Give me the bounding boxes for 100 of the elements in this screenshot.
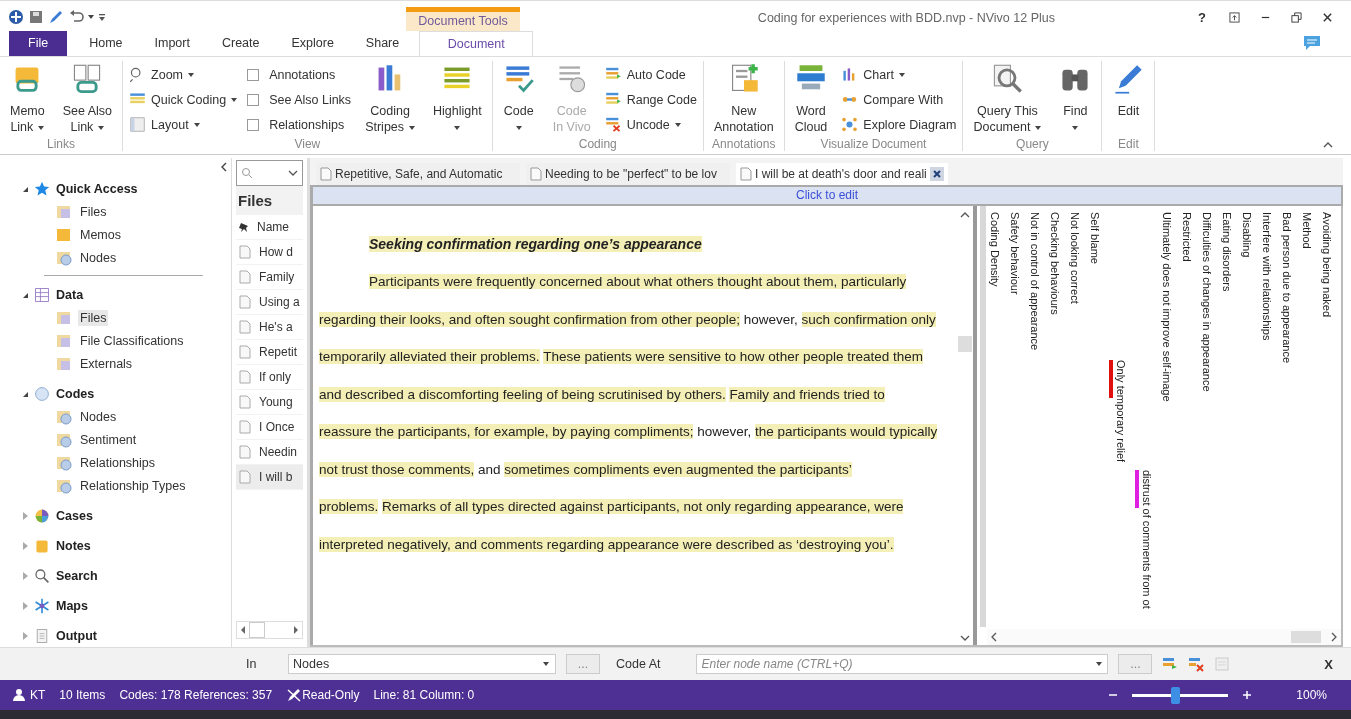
stripe-label[interactable]: Difficulties of changes in appearance — [1201, 212, 1213, 392]
section-label[interactable]: Cases — [56, 509, 93, 523]
ribbon-button[interactable]: Quick Coding — [129, 89, 238, 110]
section-label[interactable]: Output — [56, 629, 97, 643]
close-button[interactable]: X — [1324, 656, 1333, 672]
expand-arrow-icon[interactable] — [23, 391, 28, 397]
nav-item[interactable]: Sentiment — [78, 431, 139, 448]
ribbon-tab[interactable]: Import — [138, 31, 206, 56]
node-field[interactable]: Enter node name (CTRL+Q) — [696, 654, 1109, 674]
ribbon-button[interactable]: Find — [1055, 61, 1096, 135]
dropdown[interactable]: Nodes — [288, 654, 556, 674]
section-label[interactable]: Notes — [56, 539, 91, 553]
ribbon-tab[interactable]: Share — [349, 31, 416, 56]
undo-icon[interactable] — [68, 9, 84, 25]
stripe-label[interactable]: Only temporary relief — [1115, 360, 1127, 463]
close-icon[interactable] — [930, 167, 944, 181]
nav-item[interactable]: Files — [78, 309, 109, 326]
help-button[interactable]: ? — [1195, 10, 1209, 25]
ribbon-button[interactable]: Compare With — [841, 89, 957, 110]
zoom-slider[interactable] — [1132, 686, 1229, 704]
section-label[interactable]: Data — [56, 288, 84, 302]
stripe-label[interactable]: Ultimately does not improve self-image — [1161, 212, 1173, 402]
ribbon-tab[interactable]: Create — [205, 31, 276, 56]
nav-item[interactable]: Relationships — [78, 454, 158, 471]
scrollbar[interactable] — [236, 621, 303, 639]
pin-icon[interactable] — [239, 221, 251, 233]
scroll-up-icon[interactable] — [960, 212, 970, 218]
ribbon-button[interactable]: Auto Code — [604, 64, 697, 85]
ribbon-button[interactable]: Range Code — [604, 89, 697, 110]
stripe-label[interactable]: Safety behaviour — [1009, 212, 1021, 295]
stripe-label[interactable]: Disabling — [1241, 212, 1253, 258]
scroll-left-icon[interactable] — [241, 626, 245, 634]
comment-icon[interactable] — [1303, 35, 1321, 51]
scrollbar[interactable] — [987, 629, 1341, 645]
file-tab[interactable]: File — [9, 31, 68, 56]
collapse-ribbon-icon[interactable] — [1323, 142, 1333, 148]
checkbox[interactable] — [247, 118, 260, 131]
scroll-left-icon[interactable] — [991, 632, 997, 642]
ribbon-button[interactable]: Edit — [1108, 61, 1149, 119]
code-icon[interactable] — [1162, 656, 1179, 672]
ribbon-tab[interactable]: Home — [73, 31, 139, 56]
nav-item[interactable]: Nodes — [78, 249, 119, 266]
ribbon-button[interactable]: Word Cloud — [790, 61, 832, 135]
close-icon[interactable] — [1322, 12, 1333, 23]
slider-thumb[interactable] — [1171, 686, 1181, 704]
column-header[interactable]: Name — [257, 220, 289, 234]
nav-item[interactable]: Files — [78, 203, 109, 220]
app-logo-icon[interactable] — [8, 9, 24, 25]
stripe-label[interactable]: Bad person due to appearance — [1281, 212, 1293, 364]
stripe-label[interactable]: Coding Density — [989, 212, 1001, 287]
nav-item[interactable]: File Classifications — [78, 332, 186, 349]
ribbon-button[interactable]: Memo Link — [6, 61, 49, 135]
ribbon-button[interactable]: Explore Diagram — [841, 114, 957, 135]
stripe-label[interactable]: Eating disorders — [1221, 212, 1233, 292]
stripe-label[interactable]: Method — [1301, 212, 1313, 249]
scroll-thumb[interactable] — [249, 622, 265, 638]
checkbox[interactable] — [247, 68, 260, 81]
click-to-edit-bar[interactable]: Click to edit — [310, 185, 1343, 206]
zoom-in-icon[interactable] — [1242, 690, 1253, 700]
nav-item[interactable]: Externals — [78, 355, 135, 372]
save-icon[interactable] — [28, 9, 44, 25]
stripe-label[interactable]: Checking behaviours — [1049, 212, 1061, 315]
ribbon-button[interactable]: Uncode — [604, 114, 697, 135]
ribbon-tab[interactable]: Explore — [275, 31, 350, 56]
stripe-label[interactable]: Not in control of appearance — [1029, 212, 1041, 351]
expand-arrow-icon[interactable] — [23, 292, 28, 298]
nav-item[interactable]: Nodes — [78, 408, 119, 425]
stripe-label[interactable]: distrust of comments from ot — [1141, 470, 1153, 609]
ribbon-button[interactable]: Query This Document — [969, 61, 1046, 135]
scroll-down-icon[interactable] — [960, 635, 970, 641]
pencil-icon[interactable] — [48, 9, 64, 25]
section-label[interactable]: Maps — [56, 599, 88, 613]
ribbon-tab[interactable]: Document — [419, 31, 534, 56]
stripe-label[interactable]: Restricted — [1181, 212, 1193, 262]
caret-icon[interactable] — [88, 15, 94, 19]
ribbon-button[interactable]: New Annotation — [709, 61, 778, 135]
file-row[interactable]: I will b — [236, 465, 303, 490]
stripe-label[interactable]: Avoiding being naked — [1321, 212, 1333, 317]
ribbon-button[interactable]: Chart — [841, 64, 957, 85]
stripe-label[interactable]: Not looking correct — [1069, 212, 1081, 304]
ribbon-button[interactable]: See Also Link — [58, 61, 117, 135]
search-field[interactable] — [236, 160, 303, 186]
scroll-right-icon[interactable] — [294, 626, 298, 634]
ribbon-button[interactable]: Code — [498, 61, 539, 135]
stripe-label[interactable]: Interfere with relationships — [1261, 212, 1273, 341]
section-label[interactable]: Codes — [56, 387, 95, 401]
ribbon-button[interactable]: Highlight — [429, 61, 486, 135]
stripe-label[interactable]: Self blame — [1089, 212, 1101, 264]
nav-item[interactable]: Memos — [78, 226, 123, 243]
customize-icon[interactable] — [98, 12, 106, 22]
checkbox[interactable] — [247, 93, 260, 106]
restore-icon[interactable] — [1291, 12, 1302, 23]
ribbon-button[interactable]: Layout — [129, 114, 238, 135]
ribbon-button[interactable]: Zoom — [129, 64, 238, 85]
uncode-icon[interactable] — [1188, 656, 1205, 672]
ribbon-button[interactable]: Coding Stripes — [361, 61, 420, 135]
section-label[interactable]: Search — [56, 569, 98, 583]
scroll-thumb[interactable] — [1291, 631, 1321, 643]
scroll-right-icon[interactable] — [1331, 632, 1337, 642]
nav-item[interactable]: Relationship Types — [78, 477, 188, 494]
